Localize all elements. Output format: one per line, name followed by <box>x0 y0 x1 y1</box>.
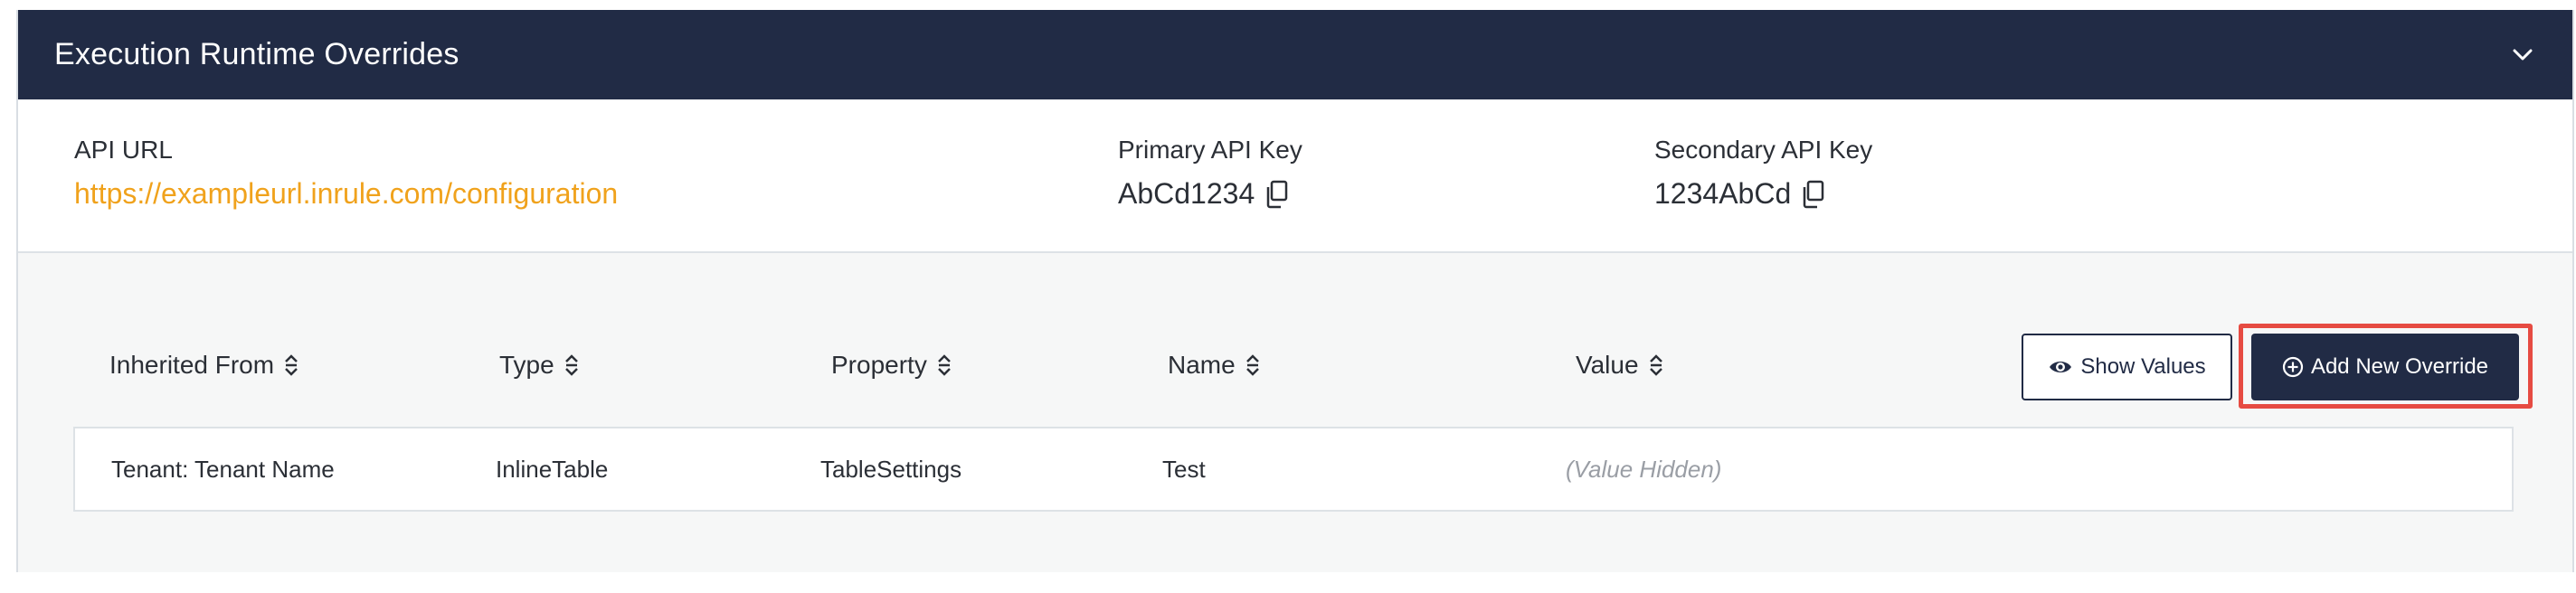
cell-value: (Value Hidden) <box>1566 455 1722 483</box>
sort-icon[interactable] <box>1245 352 1261 379</box>
sort-icon[interactable] <box>564 352 580 379</box>
api-info-row: API URL https://exampleurl.inrule.com/co… <box>18 99 2572 253</box>
column-header-property[interactable]: Property <box>831 351 952 380</box>
add-new-override-button[interactable]: Add New Override <box>2251 334 2519 400</box>
copy-icon[interactable] <box>1264 180 1289 209</box>
runtime-overrides-panel: Execution Runtime Overrides API URL http… <box>16 10 2574 572</box>
cell-inherited-from: Tenant: Tenant Name <box>111 455 335 483</box>
column-label: Name <box>1168 351 1236 379</box>
column-header-inherited-from[interactable]: Inherited From <box>109 351 299 380</box>
secondary-key-label: Secondary API Key <box>1654 136 1873 164</box>
overrides-grid: Inherited From Type Property Name Value <box>18 253 2572 572</box>
primary-key-value: AbCd1234 <box>1118 177 1255 210</box>
column-label: Type <box>499 351 554 379</box>
column-label: Inherited From <box>109 351 275 379</box>
table-row[interactable]: Tenant: Tenant Name InlineTable TableSet… <box>73 427 2514 512</box>
api-url-label: API URL <box>74 136 173 164</box>
add-new-override-label: Add New Override <box>2310 354 2489 379</box>
eye-icon <box>2048 358 2073 376</box>
api-url-link[interactable]: https://exampleurl.inrule.com/configurat… <box>74 177 618 210</box>
secondary-key-value: 1234AbCd <box>1654 177 1792 210</box>
cell-name: Test <box>1162 455 1206 483</box>
panel-header[interactable]: Execution Runtime Overrides <box>18 10 2572 99</box>
primary-key-label: Primary API Key <box>1118 136 1302 164</box>
column-header-type[interactable]: Type <box>499 351 580 380</box>
primary-key-block: Primary API Key AbCd1234 <box>1118 136 1302 211</box>
panel-title: Execution Runtime Overrides <box>54 37 459 71</box>
show-values-label: Show Values <box>2080 354 2206 379</box>
column-header-value[interactable]: Value <box>1576 351 1664 380</box>
plus-circle-icon <box>2282 356 2304 378</box>
column-label: Property <box>831 351 927 379</box>
chevron-down-icon[interactable] <box>2509 42 2536 69</box>
cell-property: TableSettings <box>820 455 962 483</box>
cell-type: InlineTable <box>496 455 609 483</box>
copy-icon[interactable] <box>1800 180 1825 209</box>
column-label: Value <box>1576 351 1639 379</box>
sort-icon[interactable] <box>283 352 299 379</box>
secondary-key-block: Secondary API Key 1234AbCd <box>1654 136 1872 211</box>
sort-icon[interactable] <box>936 352 952 379</box>
column-header-name[interactable]: Name <box>1168 351 1261 380</box>
sort-icon[interactable] <box>1648 352 1664 379</box>
show-values-button[interactable]: Show Values <box>2022 334 2232 400</box>
api-url-block: API URL https://exampleurl.inrule.com/co… <box>74 136 618 211</box>
